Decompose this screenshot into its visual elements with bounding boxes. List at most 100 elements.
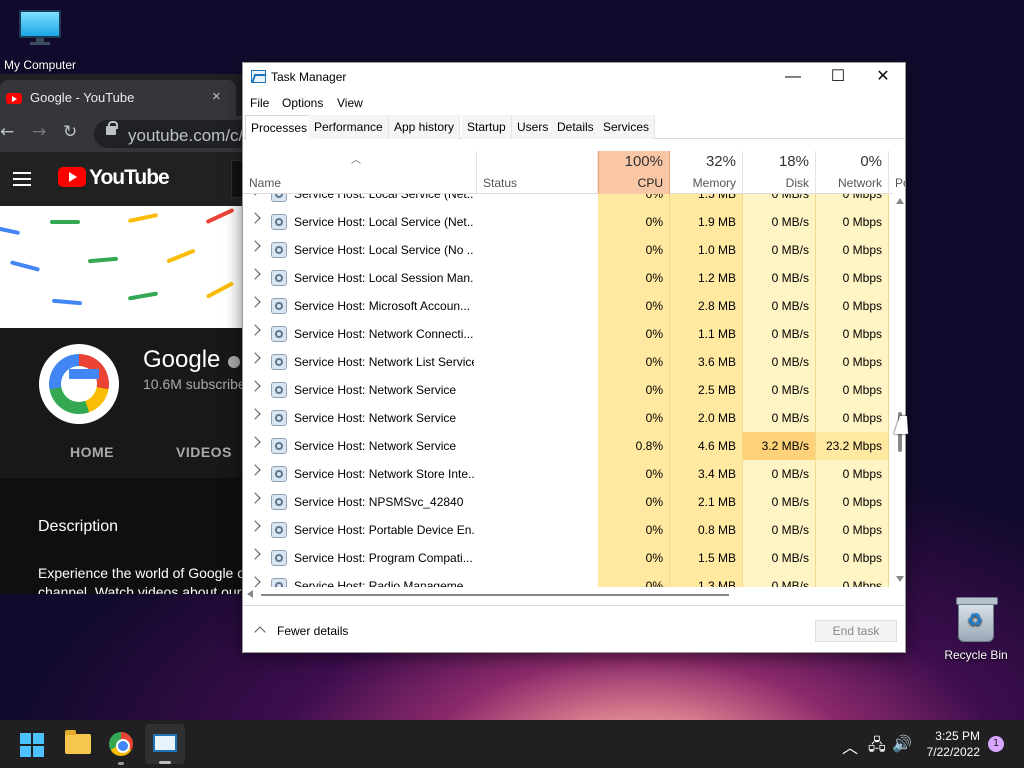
process-row[interactable]: Service Host: Local Service (Net... 0% 1.5… xyxy=(243,194,893,208)
chevron-right-icon[interactable] xyxy=(249,240,261,252)
network-icon[interactable]: 🖧 xyxy=(868,734,886,761)
chevron-up-icon[interactable] xyxy=(254,626,266,638)
process-row[interactable]: Service Host: Network Service 0% 2.0 MB 0 M… xyxy=(243,404,893,432)
process-memory-cell: 3.4 MB xyxy=(670,460,743,488)
process-memory-cell: 4.6 MB xyxy=(670,432,743,460)
chevron-right-icon[interactable] xyxy=(249,408,261,420)
process-row[interactable]: Service Host: Radio Manageme... 0% 1.3 MB 0… xyxy=(243,572,893,587)
process-row[interactable]: Service Host: Network Connecti... 0% 1.1 M… xyxy=(243,320,893,348)
process-row[interactable]: Service Host: Program Compati... 0% 1.5 MB… xyxy=(243,544,893,572)
column-header-name[interactable]: Name xyxy=(243,151,477,194)
process-row[interactable]: Service Host: Local Session Man... 0% 1.2 … xyxy=(243,264,893,292)
description-text: Experience the world of Google o channel… xyxy=(38,564,245,594)
chrome-icon[interactable] xyxy=(109,732,133,756)
column-header-power[interactable]: Po xyxy=(889,151,905,194)
chrome-window[interactable]: Google - YouTube × ← → ↻ youtube.com/c/g… xyxy=(0,74,245,594)
youtube-wordmark[interactable]: YouTube xyxy=(89,166,170,190)
chevron-right-icon[interactable] xyxy=(249,296,261,308)
file-explorer-icon[interactable] xyxy=(65,730,91,754)
process-memory-cell: 2.0 MB xyxy=(670,404,743,432)
volume-icon[interactable]: 🔊 xyxy=(892,734,912,753)
scroll-up-arrow-icon[interactable] xyxy=(896,198,904,204)
clock[interactable]: 3:25 PM 7/22/2022 xyxy=(912,728,980,760)
process-cpu-cell: 0.8% xyxy=(598,432,670,460)
process-row[interactable]: Service Host: NPSMSvc_42840 0% 2.1 MB 0 MB/… xyxy=(243,488,893,516)
menu-file[interactable]: File xyxy=(250,96,269,110)
channel-tab-home[interactable]: HOME xyxy=(70,444,114,460)
tab-users[interactable]: Users xyxy=(512,115,555,139)
chevron-right-icon[interactable] xyxy=(249,576,261,587)
process-network-cell: 0 Mbps xyxy=(816,460,889,488)
chevron-right-icon[interactable] xyxy=(249,492,261,504)
chevron-right-icon[interactable] xyxy=(249,268,261,280)
tab-startup[interactable]: Startup xyxy=(462,115,512,139)
chevron-right-icon[interactable] xyxy=(249,436,261,448)
tab-details[interactable]: Details xyxy=(552,115,600,139)
process-row[interactable]: Service Host: Network Service 0.8% 4.6 MB 3… xyxy=(243,432,893,460)
channel-avatar[interactable] xyxy=(39,344,119,424)
scroll-down-arrow-icon[interactable] xyxy=(896,576,904,582)
hamburger-menu-icon[interactable] xyxy=(13,172,31,186)
process-row[interactable]: Service Host: Network List Service 0% 3.6 … xyxy=(243,348,893,376)
task-manager-window[interactable]: Task Manager — ☐ ✕ File Options View Pro… xyxy=(242,62,906,653)
process-cpu-cell: 0% xyxy=(598,264,670,292)
process-row[interactable]: Service Host: Network Store Inte... 0% 3.4… xyxy=(243,460,893,488)
close-button[interactable]: ✕ xyxy=(860,63,905,91)
notification-badge[interactable]: 1 xyxy=(988,736,1004,752)
column-header-memory[interactable]: 32% Memory xyxy=(670,151,743,194)
youtube-logo-icon[interactable] xyxy=(58,167,86,187)
process-row[interactable]: Service Host: Microsoft Accoun... 0% 2.8 M… xyxy=(243,292,893,320)
chevron-right-icon[interactable] xyxy=(249,324,261,336)
end-task-button[interactable]: End task xyxy=(815,620,897,642)
back-arrow-icon[interactable]: ← xyxy=(0,122,14,142)
process-row[interactable]: Service Host: Local Service (No ... 0% 1.0… xyxy=(243,236,893,264)
forward-arrow-icon[interactable]: → xyxy=(32,122,46,142)
channel-banner xyxy=(0,206,245,328)
windows-start-icon[interactable] xyxy=(20,733,44,757)
address-bar[interactable]: youtube.com/c/go xyxy=(94,120,245,148)
process-memory-cell: 0.8 MB xyxy=(670,516,743,544)
gear-icon xyxy=(271,270,287,286)
scroll-left-arrow-icon[interactable] xyxy=(247,590,253,598)
desktop-icon-my-computer[interactable]: My Computer xyxy=(0,10,80,72)
column-header-network[interactable]: 0% Network xyxy=(816,151,889,194)
chevron-right-icon[interactable] xyxy=(249,464,261,476)
show-hidden-icons-chevron-icon[interactable]: ︿ xyxy=(842,734,858,758)
column-header-status[interactable]: Status xyxy=(477,151,598,194)
minimize-button[interactable]: — xyxy=(770,63,816,91)
tab-processes[interactable]: Processes xyxy=(245,115,314,140)
column-header-cpu[interactable]: 100% CPU xyxy=(598,151,670,194)
desktop-icon-recycle-bin[interactable]: ♻ Recycle Bin xyxy=(940,597,1012,662)
chevron-right-icon[interactable] xyxy=(249,380,261,392)
process-row[interactable]: Service Host: Network Service 0% 2.5 MB 0 M… xyxy=(243,376,893,404)
tab-app-history[interactable]: App history xyxy=(389,115,461,139)
fewer-details-button[interactable]: Fewer details xyxy=(277,624,348,638)
channel-header: Google 10.6M subscribe HOME VIDEOS xyxy=(0,328,245,478)
process-list: Service Host: Local Service (Net... 0% 1.5… xyxy=(243,194,893,587)
process-cpu-cell: 0% xyxy=(598,460,670,488)
column-label: Network xyxy=(837,176,882,190)
chrome-tab-youtube[interactable]: Google - YouTube × xyxy=(0,80,236,116)
maximize-button[interactable]: ☐ xyxy=(815,63,861,91)
process-row[interactable]: Service Host: Local Service (Net... 0% 1.9… xyxy=(243,208,893,236)
vertical-scrollbar[interactable] xyxy=(893,194,905,587)
reload-icon[interactable]: ↻ xyxy=(63,122,77,142)
tab-services[interactable]: Services xyxy=(598,115,656,139)
chevron-right-icon[interactable] xyxy=(249,212,261,224)
close-tab-icon[interactable]: × xyxy=(212,88,221,105)
task-manager-taskbar-button[interactable] xyxy=(145,724,185,764)
chevron-right-icon[interactable] xyxy=(249,194,261,196)
chevron-right-icon[interactable] xyxy=(249,548,261,560)
menu-options[interactable]: Options xyxy=(282,96,323,110)
chevron-right-icon[interactable] xyxy=(249,352,261,364)
horizontal-scrollbar[interactable] xyxy=(243,587,893,601)
horizontal-scroll-thumb[interactable] xyxy=(261,594,729,596)
channel-tab-videos[interactable]: VIDEOS xyxy=(176,444,232,460)
column-header-disk[interactable]: 18% Disk xyxy=(743,151,816,194)
title-bar[interactable]: Task Manager — ☐ ✕ xyxy=(243,63,905,91)
process-row[interactable]: Service Host: Portable Device En... 0% 0.8… xyxy=(243,516,893,544)
desktop-icon-label: My Computer xyxy=(3,58,77,72)
menu-view[interactable]: View xyxy=(337,96,363,110)
chevron-right-icon[interactable] xyxy=(249,520,261,532)
tab-performance[interactable]: Performance xyxy=(309,115,389,139)
